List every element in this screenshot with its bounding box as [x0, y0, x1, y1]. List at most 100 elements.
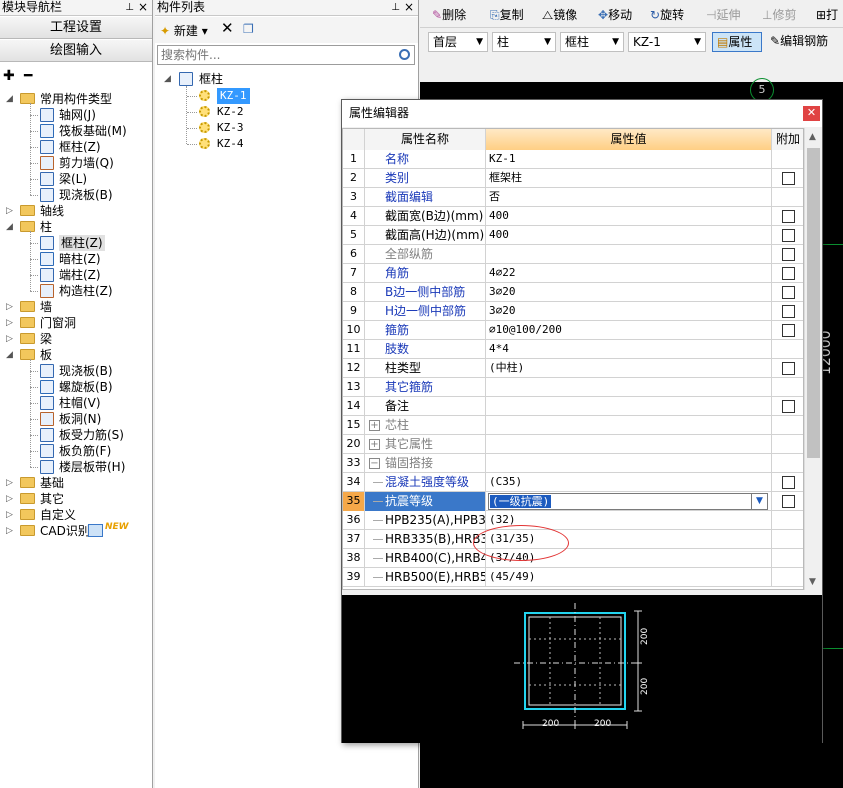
- property-value-cell[interactable]: ⌀10@100/200: [486, 321, 772, 340]
- move-tool[interactable]: ✥移动: [598, 6, 632, 23]
- property-value-cell[interactable]: [486, 454, 772, 473]
- search-input[interactable]: [158, 46, 388, 64]
- property-row[interactable]: 4 截面宽(B边)(mm) 400: [343, 207, 803, 226]
- property-row[interactable]: 35 抗震等级 (一级抗震) ▼: [343, 492, 803, 511]
- scroll-down-icon[interactable]: ▼: [809, 577, 816, 587]
- nav-tree-group[interactable]: ▷ 基础: [0, 475, 150, 491]
- nav-tree-item[interactable]: 端柱(Z): [0, 267, 150, 283]
- property-value-cell[interactable]: 4⌀22: [486, 264, 772, 283]
- property-value-cell[interactable]: (C35): [486, 473, 772, 492]
- collapsed-arrow-icon[interactable]: ▷: [5, 495, 14, 504]
- nav-tree-item[interactable]: 现浇板(B): [0, 363, 150, 379]
- nav-tree-item[interactable]: 构造柱(Z): [0, 283, 150, 299]
- nav-tree-group[interactable]: ◢ 常用构件类型: [0, 91, 150, 107]
- property-row[interactable]: 5 截面高(H边)(mm) 400: [343, 226, 803, 245]
- nav-tree-item[interactable]: 楼层板带(H): [0, 459, 150, 475]
- append-checkbox[interactable]: [782, 172, 795, 185]
- copy-tool[interactable]: ⎘复制: [490, 6, 524, 23]
- expanded-arrow-icon[interactable]: ◢: [163, 75, 172, 84]
- append-checkbox[interactable]: [782, 229, 795, 242]
- search-icon[interactable]: [399, 49, 410, 60]
- collapse-icon[interactable]: −: [369, 458, 380, 469]
- nav-tree-item[interactable]: 轴网(J): [0, 107, 150, 123]
- nav-tree-item[interactable]: 框柱(Z): [0, 139, 150, 155]
- property-row[interactable]: 9 H边一侧中部筋 3⌀20: [343, 302, 803, 321]
- collapsed-arrow-icon[interactable]: ▷: [5, 527, 14, 536]
- pin-icon[interactable]: ⊥: [391, 0, 400, 15]
- expand-icon[interactable]: +: [369, 439, 380, 450]
- nav-tree-item[interactable]: 柱帽(V): [0, 395, 150, 411]
- append-checkbox[interactable]: [782, 362, 795, 375]
- property-row[interactable]: 38 HRB400(C),HRB4 (37/40): [343, 549, 803, 568]
- property-row[interactable]: 39 HRB500(E),HRB5 (45/49): [343, 568, 803, 587]
- property-row[interactable]: 3 截面编辑 否: [343, 188, 803, 207]
- property-row[interactable]: 12 柱类型 (中柱): [343, 359, 803, 378]
- collapse-all-icon[interactable]: ━: [24, 68, 32, 84]
- property-row[interactable]: 20 + 其它属性: [343, 435, 803, 454]
- project-settings-button[interactable]: 工程设置: [0, 17, 152, 39]
- property-value-cell[interactable]: (中柱): [486, 359, 772, 378]
- seismic-grade-select[interactable]: (一级抗震) ▼: [488, 493, 768, 510]
- nav-tree-item[interactable]: 螺旋板(B): [0, 379, 150, 395]
- append-checkbox[interactable]: [782, 305, 795, 318]
- collapsed-arrow-icon[interactable]: ▷: [5, 335, 14, 344]
- expanded-arrow-icon[interactable]: ◢: [5, 95, 14, 104]
- property-row[interactable]: 13 其它箍筋: [343, 378, 803, 397]
- nav-tree-group[interactable]: ◢ 板: [0, 347, 150, 363]
- nav-tree-group[interactable]: ▷ 其它: [0, 491, 150, 507]
- close-icon[interactable]: ×: [404, 0, 414, 15]
- collapsed-arrow-icon[interactable]: ▷: [5, 319, 14, 328]
- collapsed-arrow-icon[interactable]: ▷: [5, 207, 14, 216]
- property-value-cell[interactable]: KZ-1: [486, 150, 772, 169]
- property-row[interactable]: 36 HPB235(A),HPB3 (32): [343, 511, 803, 530]
- nav-tree-item[interactable]: 板受力筋(S): [0, 427, 150, 443]
- floor-select[interactable]: 首层 ▼: [428, 32, 488, 52]
- property-row[interactable]: 2 类别 框架柱: [343, 169, 803, 188]
- close-icon[interactable]: ×: [138, 0, 148, 15]
- property-value-cell[interactable]: 3⌀20: [486, 283, 772, 302]
- append-checkbox[interactable]: [782, 286, 795, 299]
- collapsed-arrow-icon[interactable]: ▷: [5, 303, 14, 312]
- append-checkbox[interactable]: [782, 267, 795, 280]
- append-checkbox[interactable]: [782, 210, 795, 223]
- more-tool[interactable]: ⊞打: [816, 6, 838, 23]
- nav-tree-item[interactable]: 板负筋(F): [0, 443, 150, 459]
- property-row[interactable]: 37 HRB335(B),HRB3 (31/35): [343, 530, 803, 549]
- property-value-cell[interactable]: [486, 435, 772, 454]
- drawing-input-button[interactable]: 绘图输入: [0, 40, 152, 62]
- nav-tree-group[interactable]: ▷ 门窗洞: [0, 315, 150, 331]
- new-button[interactable]: ✦ 新建 ▾: [160, 22, 208, 39]
- collapsed-arrow-icon[interactable]: ▷: [5, 479, 14, 488]
- expand-all-icon[interactable]: ✚: [3, 68, 15, 84]
- extend-tool[interactable]: ⊣延伸: [706, 6, 740, 23]
- property-value-cell[interactable]: [486, 397, 772, 416]
- property-value-cell[interactable]: 3⌀20: [486, 302, 772, 321]
- nav-tree-group[interactable]: ▷ 墙: [0, 299, 150, 315]
- property-row[interactable]: 6 全部纵筋: [343, 245, 803, 264]
- copy-icon[interactable]: ❐: [243, 22, 254, 36]
- property-value-cell[interactable]: 4*4: [486, 340, 772, 359]
- pin-icon[interactable]: ⊥: [125, 0, 134, 15]
- nav-tree-group[interactable]: ▷ CAD识别 NEW: [0, 522, 150, 539]
- delete-icon[interactable]: ✕: [221, 19, 234, 37]
- type-select[interactable]: 柱 ▼: [492, 32, 556, 52]
- trim-tool[interactable]: ⊥修剪: [762, 6, 796, 23]
- nav-tree-item[interactable]: 现浇板(B): [0, 187, 150, 203]
- property-toggle-button[interactable]: ▤属性: [712, 32, 762, 52]
- property-value-cell[interactable]: 400: [486, 207, 772, 226]
- property-row[interactable]: 8 B边一侧中部筋 3⌀20: [343, 283, 803, 302]
- property-value-cell[interactable]: [486, 245, 772, 264]
- property-value-cell[interactable]: 400: [486, 226, 772, 245]
- nav-tree-item[interactable]: 暗柱(Z): [0, 251, 150, 267]
- property-row[interactable]: 7 角筋 4⌀22: [343, 264, 803, 283]
- append-checkbox[interactable]: [782, 400, 795, 413]
- expanded-arrow-icon[interactable]: ◢: [5, 351, 14, 360]
- property-value-cell[interactable]: (45/49): [486, 568, 772, 587]
- nav-tree-item[interactable]: 梁(L): [0, 171, 150, 187]
- chevron-down-icon[interactable]: ▼: [751, 494, 767, 509]
- nav-tree-item[interactable]: 框柱(Z): [0, 235, 150, 251]
- property-row[interactable]: 11 肢数 4*4: [343, 340, 803, 359]
- scroll-up-icon[interactable]: ▲: [809, 132, 816, 142]
- property-row[interactable]: 34 混凝土强度等级 (C35): [343, 473, 803, 492]
- nav-tree-group[interactable]: ◢ 柱: [0, 219, 150, 235]
